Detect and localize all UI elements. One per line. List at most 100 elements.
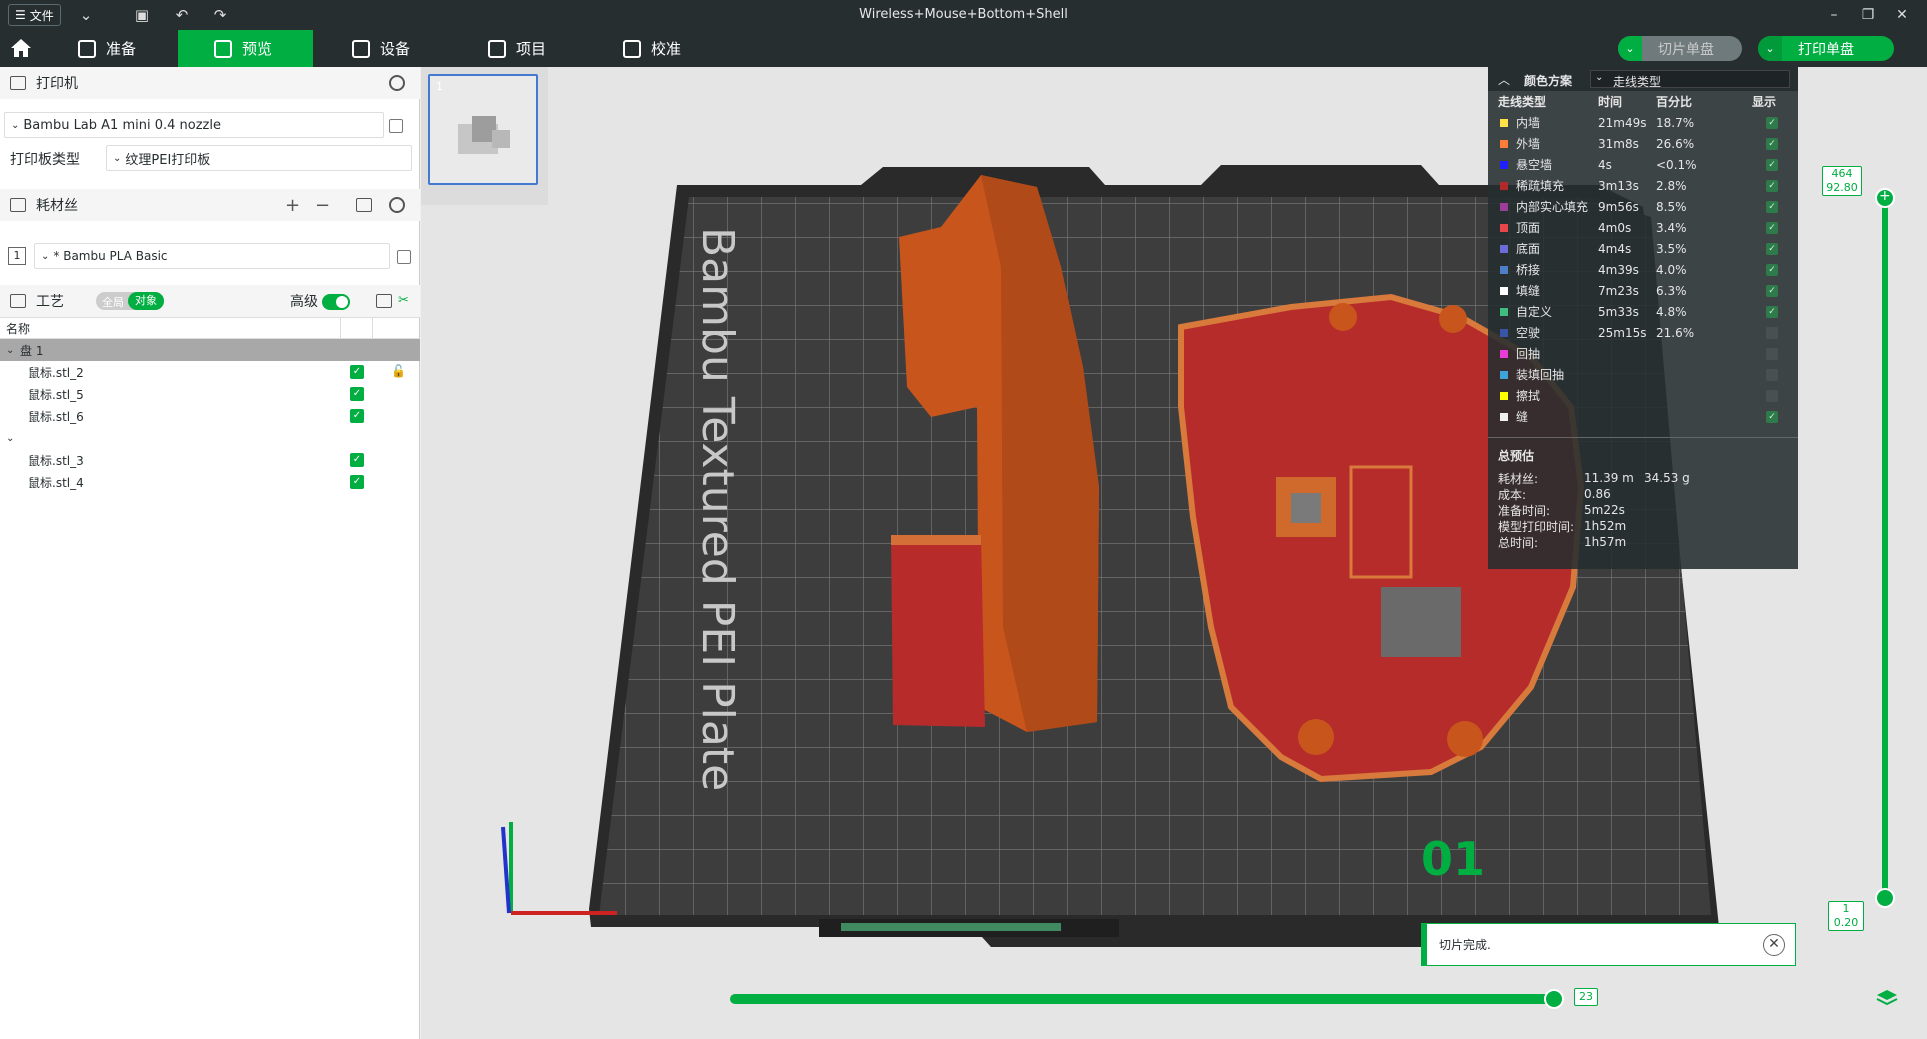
list-item[interactable]: 鼠标.stl_5 ✓ bbox=[0, 383, 420, 405]
visibility-checkbox[interactable]: ✓ bbox=[1766, 305, 1778, 318]
visibility-checkbox[interactable] bbox=[1766, 326, 1778, 339]
gear-icon[interactable] bbox=[389, 197, 405, 213]
slice-plate-label: 切片单盘 bbox=[1658, 41, 1714, 58]
plate-thumbnail-strip: 1 bbox=[421, 67, 548, 205]
add-icon[interactable]: + bbox=[285, 195, 300, 216]
model-part-edge bbox=[891, 535, 981, 545]
checkbox[interactable]: ✓ bbox=[350, 365, 364, 379]
checkbox[interactable]: ✓ bbox=[350, 453, 364, 467]
filament-select[interactable]: ⌄ * Bambu PLA Basic bbox=[34, 243, 390, 269]
visibility-checkbox[interactable]: ✓ bbox=[1766, 242, 1778, 255]
line-type-time: 4s bbox=[1598, 157, 1612, 172]
visibility-checkbox[interactable]: ✓ bbox=[1766, 179, 1778, 192]
move-slider-value[interactable]: 23 bbox=[1574, 988, 1598, 1006]
visibility-checkbox[interactable]: ✓ bbox=[1766, 221, 1778, 234]
group-row[interactable]: ⌄ bbox=[0, 427, 420, 449]
scissors-icon[interactable]: ✂ bbox=[398, 293, 409, 308]
chevron-down-icon[interactable]: ⌄ bbox=[1758, 36, 1782, 61]
tab-device[interactable]: 设备 bbox=[352, 30, 452, 67]
printer-select[interactable]: ⌄ Bambu Lab A1 mini 0.4 nozzle bbox=[4, 112, 384, 138]
home-icon[interactable] bbox=[10, 38, 32, 58]
list-item[interactable]: 鼠标.stl_2 ✓ 🔓 bbox=[0, 361, 420, 383]
layer-bottom-value[interactable]: 1 0.20 bbox=[1828, 901, 1864, 931]
object-name: 鼠标.stl_5 bbox=[28, 387, 84, 402]
summary-value: 5m22s bbox=[1584, 503, 1625, 517]
tab-calibration[interactable]: 校准 bbox=[623, 30, 723, 67]
filament-slot-index[interactable]: 1 bbox=[8, 247, 26, 265]
visibility-checkbox[interactable] bbox=[1766, 347, 1778, 360]
advanced-toggle[interactable] bbox=[322, 294, 350, 310]
layers-icon[interactable] bbox=[1876, 988, 1898, 1008]
restore-icon[interactable]: ❐ bbox=[1856, 5, 1880, 25]
layer-slider-bottom-handle[interactable] bbox=[1875, 888, 1895, 908]
sync-icon[interactable] bbox=[356, 198, 372, 212]
list-item[interactable]: 鼠标.stl_6 ✓ bbox=[0, 405, 420, 427]
color-swatch bbox=[1500, 265, 1508, 274]
col-show-header: 显示 bbox=[1752, 95, 1777, 109]
color-swatch bbox=[1500, 181, 1508, 190]
visibility-checkbox[interactable]: ✓ bbox=[1766, 263, 1778, 276]
filament-icon bbox=[10, 198, 26, 212]
chevron-down-icon[interactable]: ⌄ bbox=[6, 433, 14, 444]
checkbox[interactable]: ✓ bbox=[350, 409, 364, 423]
visibility-checkbox[interactable]: ✓ bbox=[1766, 158, 1778, 171]
slice-plate-button[interactable]: ⌄ 切片单盘 bbox=[1618, 36, 1742, 61]
edit-icon[interactable] bbox=[389, 119, 403, 133]
checkbox[interactable]: ✓ bbox=[350, 475, 364, 489]
summary-label: 耗材丝: bbox=[1498, 471, 1539, 486]
visibility-checkbox[interactable] bbox=[1766, 389, 1778, 402]
checkbox[interactable]: ✓ bbox=[350, 387, 364, 401]
gear-icon[interactable] bbox=[389, 75, 405, 91]
plate-thumbnail[interactable]: 1 bbox=[428, 74, 538, 185]
print-plate-button[interactable]: ⌄ 打印单盘 bbox=[1758, 36, 1894, 61]
collapse-icon[interactable]: ︿ bbox=[1498, 71, 1510, 88]
list-item[interactable]: 鼠标.stl_4 ✓ bbox=[0, 471, 420, 493]
tab-prepare[interactable]: 准备 bbox=[78, 30, 178, 67]
visibility-checkbox[interactable]: ✓ bbox=[1766, 116, 1778, 129]
tab-preview[interactable]: 预览 bbox=[178, 30, 313, 67]
minimize-icon[interactable]: – bbox=[1822, 5, 1846, 25]
close-icon[interactable]: ✕ bbox=[1890, 5, 1914, 25]
list-icon[interactable] bbox=[376, 294, 392, 308]
move-slider-handle[interactable] bbox=[1544, 989, 1564, 1009]
plate-row[interactable]: ⌄ 盘 1 bbox=[0, 339, 420, 361]
color-swatch bbox=[1500, 223, 1508, 232]
toast-message: 切片完成. bbox=[1439, 938, 1491, 952]
visibility-checkbox[interactable]: ✓ bbox=[1766, 284, 1778, 297]
line-type-name: 缝 bbox=[1516, 410, 1529, 424]
tab-project[interactable]: 项目 bbox=[488, 30, 588, 67]
color-scheme-select[interactable]: ⌄ 走线类型 bbox=[1590, 70, 1790, 89]
toggle-global-label[interactable]: 全局 bbox=[102, 294, 124, 310]
lock-icon[interactable]: 🔓 bbox=[391, 364, 406, 378]
legend-row: 内墙 21m49s 18.7% ✓ bbox=[1488, 112, 1798, 133]
bed-label: Bambu Textured PEI Plate bbox=[692, 227, 743, 791]
global-object-toggle[interactable]: 全局 对象 bbox=[96, 292, 164, 310]
model-feature-cutout bbox=[1381, 587, 1461, 657]
line-type-percent: 2.8% bbox=[1656, 178, 1687, 193]
legend-row: 底面 4m4s 3.5% ✓ bbox=[1488, 238, 1798, 259]
toggle-object-label[interactable]: 对象 bbox=[128, 292, 164, 310]
line-type-time: 4m0s bbox=[1598, 220, 1632, 235]
chevron-down-icon[interactable]: ⌄ bbox=[6, 345, 14, 356]
chevron-down-icon[interactable]: ⌄ bbox=[1618, 36, 1642, 61]
plate-type-select[interactable]: ⌄ 纹理PEI打印板 bbox=[106, 145, 412, 171]
visibility-checkbox[interactable]: ✓ bbox=[1766, 137, 1778, 150]
list-item[interactable]: 鼠标.stl_3 ✓ bbox=[0, 449, 420, 471]
layer-top-value[interactable]: 464 92.80 bbox=[1822, 166, 1862, 196]
remove-icon[interactable]: − bbox=[315, 195, 330, 216]
line-type-name: 内墙 bbox=[1516, 116, 1541, 130]
visibility-checkbox[interactable]: ✓ bbox=[1766, 200, 1778, 213]
color-swatch bbox=[1500, 412, 1508, 421]
edit-icon[interactable] bbox=[397, 250, 411, 264]
summary-row: 准备时间: 5m22s bbox=[1488, 502, 1798, 518]
line-type-time: 7m23s bbox=[1598, 283, 1639, 298]
model-part-stl-5[interactable] bbox=[891, 535, 985, 727]
visibility-checkbox[interactable] bbox=[1766, 368, 1778, 381]
line-type-percent: 4.8% bbox=[1656, 304, 1687, 319]
close-icon[interactable]: ✕ bbox=[1763, 934, 1785, 956]
visibility-checkbox[interactable]: ✓ bbox=[1766, 410, 1778, 423]
column-name-header[interactable]: 名称 bbox=[6, 320, 30, 337]
move-slider-track[interactable] bbox=[730, 994, 1557, 1004]
layer-slider-top-handle[interactable]: + bbox=[1875, 188, 1895, 208]
layer-slider-track[interactable] bbox=[1882, 196, 1888, 896]
